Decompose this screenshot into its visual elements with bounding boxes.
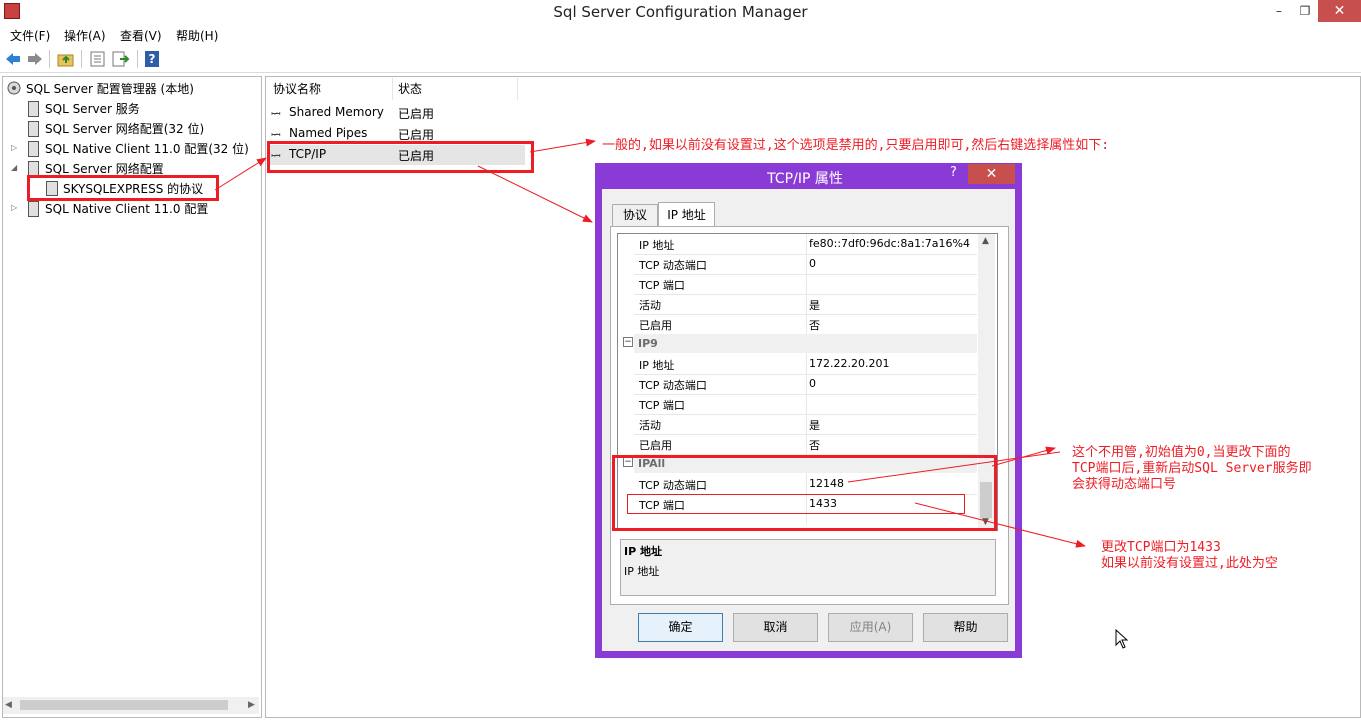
line-dynamic-port-to-note [847,451,1061,483]
arrow-to-dialog [477,165,593,223]
arrow-tcp-port-to-note [914,502,1086,548]
arrow-tree-to-tcpip [214,157,267,191]
mouse-cursor-icon [1115,629,1129,649]
annotation-tcp-port-line2: 如果以前没有设置过,此处为空 [1101,556,1278,571]
annotation-dynamic-port-line3: 会获得动态端口号 [1072,477,1177,492]
annotation-top-note: 一般的,如果以前没有设置过,这个选项是禁用的,只要启用即可,然后右键选择属性如下… [602,138,1110,153]
annotation-arrows [214,138,1086,548]
arrow-to-top-note [529,138,596,153]
